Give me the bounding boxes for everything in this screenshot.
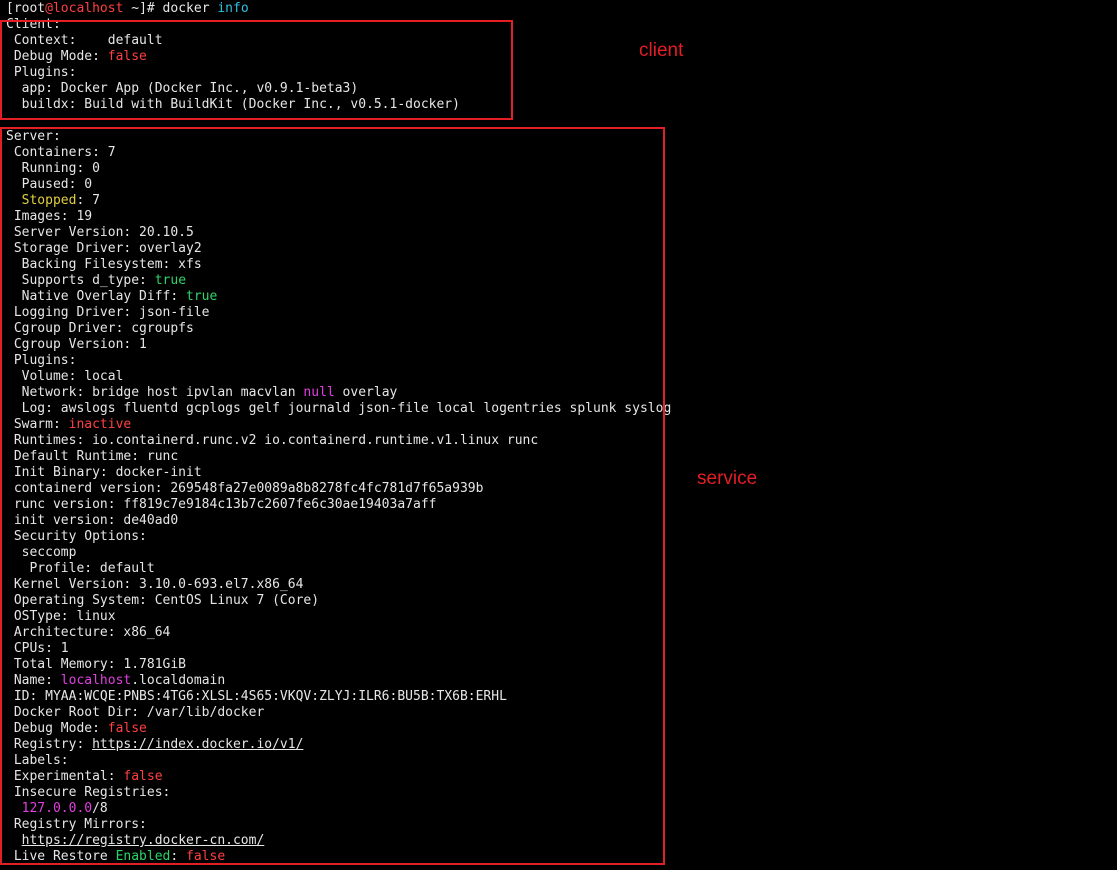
prompt-user: root [13,1,46,16]
prompt-bracket: [ [6,1,14,16]
prompt-at: @ [45,1,53,16]
prompt-host: localhost [52,1,124,16]
service-annotation-label: service [697,468,758,489]
service-annotation-box [0,127,665,865]
prompt-command-arg: info [217,1,249,16]
terminal-window[interactable]: [root@localhost ~]# docker info Client: … [0,0,1117,870]
client-annotation-box [0,20,513,120]
command-prompt: [root@localhost ~]# docker info [6,1,249,17]
prompt-command: ~]# docker [123,1,218,16]
client-annotation-label: client [639,40,684,61]
